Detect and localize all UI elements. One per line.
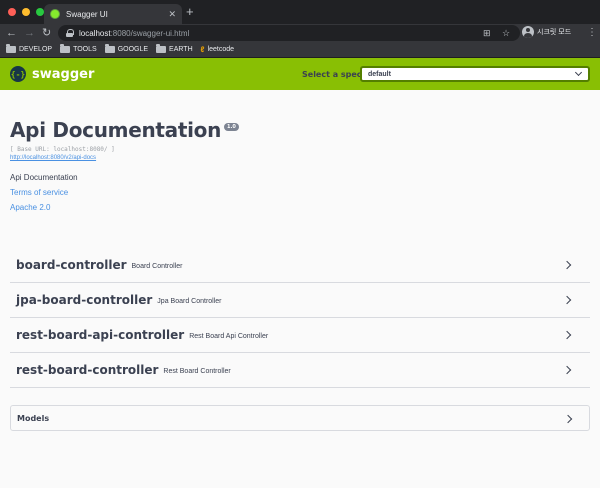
select-spec-label: Select a spec bbox=[302, 70, 362, 79]
browser-tab-bar: Swagger UI ✕ + bbox=[0, 0, 600, 24]
bookmark-label: leetcode bbox=[207, 46, 235, 53]
incognito-icon bbox=[522, 26, 534, 38]
swagger-favicon-icon bbox=[50, 9, 60, 19]
controller-description: Board Controller bbox=[131, 262, 183, 270]
info-icon[interactable] bbox=[66, 29, 74, 37]
new-tab-button[interactable]: + bbox=[186, 5, 194, 19]
chevron-right-icon bbox=[562, 295, 572, 305]
models-label: Models bbox=[17, 413, 50, 423]
controller-description: Rest Board Api Controller bbox=[189, 332, 269, 340]
spec-select[interactable]: default bbox=[360, 66, 590, 82]
window-controls bbox=[8, 8, 44, 16]
minimize-window-button[interactable] bbox=[22, 8, 30, 16]
leetcode-icon: ℓ bbox=[200, 45, 205, 54]
license-link[interactable]: Apache 2.0 bbox=[10, 203, 590, 212]
swagger-logo[interactable]: {-} swagger bbox=[10, 66, 94, 82]
bookmark-google[interactable]: GOOGLE bbox=[104, 44, 149, 53]
chevron-right-icon bbox=[562, 260, 572, 270]
close-window-button[interactable] bbox=[8, 8, 16, 16]
chevron-right-icon bbox=[562, 330, 572, 340]
tab-title: Swagger UI bbox=[66, 9, 108, 19]
url-host: localhost bbox=[79, 28, 111, 38]
maximize-window-button[interactable] bbox=[36, 8, 44, 16]
bookmark-leetcode[interactable]: ℓ leetcode bbox=[201, 45, 234, 54]
models-section[interactable]: Models bbox=[10, 405, 590, 431]
controller-board[interactable]: board-controller Board Controller bbox=[10, 248, 590, 283]
base-url: [ Base URL: localhost:8080/ ] bbox=[10, 146, 115, 153]
forward-arrow-icon[interactable]: → bbox=[24, 25, 35, 41]
chevron-down-icon bbox=[574, 68, 583, 77]
close-tab-icon[interactable]: ✕ bbox=[168, 9, 176, 20]
api-docs-link[interactable]: http://localhost:8080/v2/api-docs bbox=[10, 155, 590, 161]
menu-kebab-icon[interactable]: ⋮ bbox=[587, 25, 597, 41]
browser-toolbar: ← → ↻ localhost:8080/swagger-ui.html ⊞ ☆… bbox=[0, 24, 600, 42]
folder-icon bbox=[6, 44, 16, 53]
folder-icon bbox=[156, 44, 167, 53]
folder-icon bbox=[60, 44, 71, 53]
page-title: Api Documentation bbox=[10, 118, 222, 142]
profile-label: 시크릿 모드 bbox=[537, 29, 572, 36]
swagger-logo-text: swagger bbox=[32, 66, 95, 82]
folder-icon bbox=[104, 44, 115, 53]
url-path: :8080/swagger-ui.html bbox=[110, 28, 190, 38]
controller-rest-board[interactable]: rest-board-controller Rest Board Control… bbox=[10, 353, 590, 388]
swagger-logo-icon: {-} bbox=[10, 66, 26, 82]
bookmarks-bar: DEVELOP TOOLS GOOGLE EARTH ℓ leetcode bbox=[0, 42, 600, 58]
reload-icon[interactable]: ↻ bbox=[42, 25, 51, 41]
swagger-topbar: {-} swagger Select a spec default bbox=[0, 58, 600, 90]
bookmark-tools[interactable]: TOOLS bbox=[60, 44, 97, 53]
controller-name: rest-board-controller bbox=[16, 363, 159, 377]
bookmark-star-icon[interactable]: ☆ bbox=[502, 26, 510, 40]
bookmark-label: DEVELOP bbox=[19, 46, 53, 53]
terms-of-service-link[interactable]: Terms of service bbox=[10, 188, 590, 197]
bookmark-develop[interactable]: DEVELOP bbox=[6, 44, 53, 53]
controller-rest-board-api[interactable]: rest-board-api-controller Rest Board Api… bbox=[10, 318, 590, 353]
spec-select-value: default bbox=[368, 70, 391, 78]
translate-icon[interactable]: ⊞ bbox=[483, 26, 491, 40]
controller-description: Rest Board Controller bbox=[163, 367, 231, 375]
controller-name: board-controller bbox=[16, 258, 127, 272]
bookmark-label: TOOLS bbox=[73, 46, 97, 53]
chevron-right-icon bbox=[563, 414, 573, 424]
bookmark-label: GOOGLE bbox=[117, 46, 149, 53]
controller-jpa-board[interactable]: jpa-board-controller Jpa Board Controlle… bbox=[10, 283, 590, 318]
back-arrow-icon[interactable]: ← bbox=[6, 25, 17, 41]
address-bar[interactable]: localhost:8080/swagger-ui.html ⊞ ☆ bbox=[58, 25, 520, 41]
chevron-right-icon bbox=[562, 365, 572, 375]
browser-tab[interactable]: Swagger UI ✕ bbox=[44, 4, 182, 24]
controller-name: jpa-board-controller bbox=[16, 293, 153, 307]
controller-list: board-controller Board Controller jpa-bo… bbox=[10, 248, 590, 388]
api-info: Api Documentation 1.0 [ Base URL: localh… bbox=[10, 118, 590, 212]
api-description: Api Documentation bbox=[10, 173, 78, 182]
bookmark-label: EARTH bbox=[169, 46, 193, 53]
bookmark-earth[interactable]: EARTH bbox=[156, 44, 193, 53]
controller-name: rest-board-api-controller bbox=[16, 328, 185, 342]
controller-description: Jpa Board Controller bbox=[157, 297, 222, 305]
incognito-profile-button[interactable]: 시크릿 모드 bbox=[522, 26, 571, 38]
version-badge: 1.0 bbox=[224, 123, 239, 131]
